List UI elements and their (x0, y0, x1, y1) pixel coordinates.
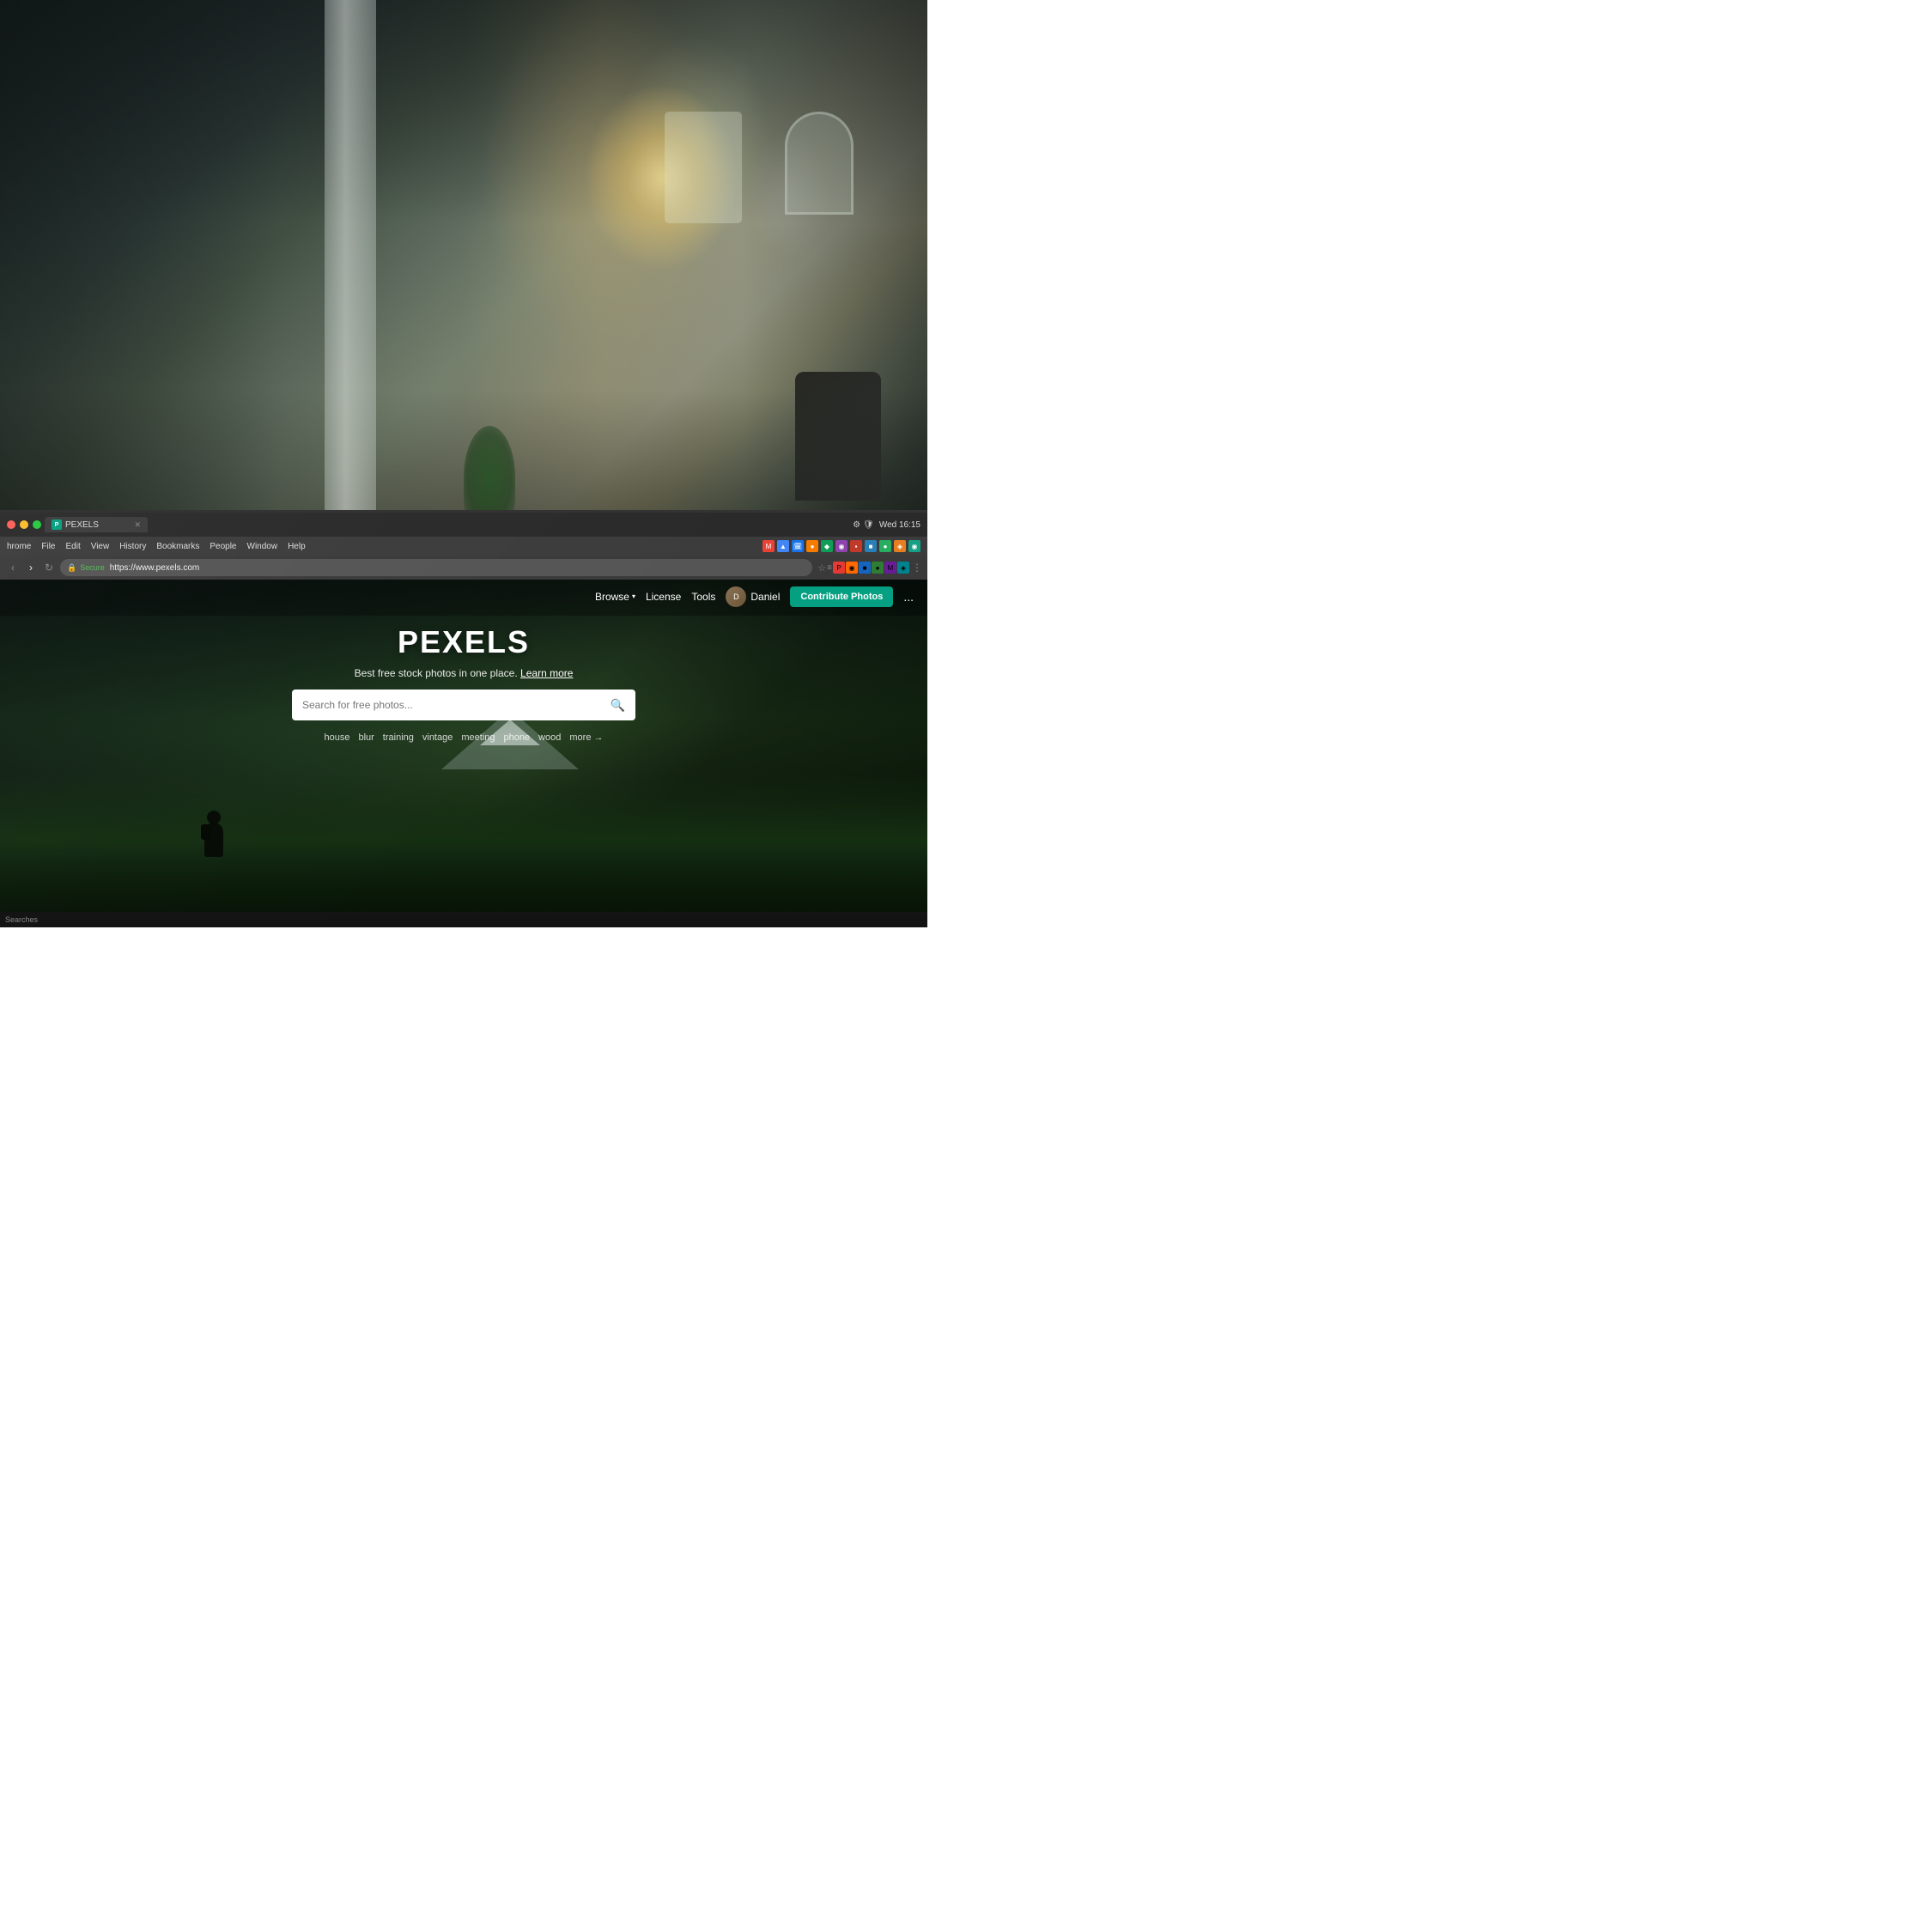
suggestion-wood[interactable]: wood (538, 732, 561, 743)
suggestion-phone[interactable]: phone (504, 732, 531, 743)
search-icon[interactable]: 🔍 (611, 698, 625, 713)
search-bar-container[interactable]: 🔍 (292, 690, 635, 720)
menu-item-app[interactable]: hrome (7, 542, 31, 551)
tab-favicon: P (52, 519, 62, 530)
menu-item-file[interactable]: File (41, 542, 55, 551)
nav-buttons: ‹ › ↻ (5, 560, 57, 575)
suggestion-vintage[interactable]: vintage (422, 732, 453, 743)
menu-item-window[interactable]: Window (247, 542, 278, 551)
taskbar-searches-label: Searches (5, 915, 38, 924)
secure-label: Secure (80, 563, 105, 572)
browse-chevron-icon: ▾ (632, 592, 635, 600)
tagline-text: Best free stock photos in one place. (355, 667, 518, 679)
ext10-icon[interactable]: ◈ (894, 540, 906, 552)
tab-close-icon[interactable]: ✕ (134, 520, 141, 530)
pexels-navbar: Browse ▾ License Tools D Daniel Contribu… (0, 577, 927, 616)
ext8-icon[interactable]: ■ (865, 540, 877, 552)
fav-ext3-icon[interactable]: ■ (859, 562, 871, 574)
minimize-window-button[interactable] (20, 520, 28, 529)
extension-icons: M ▲ 🗓 ● ◆ ◉ ▪ ■ ● ◈ ◉ (762, 540, 920, 552)
address-bar[interactable]: 🔒 Secure https://www.pexels.com (60, 559, 812, 576)
browser-menu-bar: hrome File Edit View History Bookmarks P… (0, 537, 927, 556)
status-icons: ⚙ 🛡 (853, 520, 874, 530)
website-content: Browse ▾ License Tools D Daniel Contribu… (0, 577, 927, 927)
search-input[interactable] (302, 699, 611, 711)
learn-more-link[interactable]: Learn more (520, 667, 573, 679)
gdrive-icon[interactable]: ▲ (777, 540, 789, 552)
time-display: Wed 16:15 (879, 520, 920, 530)
office-background (0, 0, 927, 556)
ext9-icon[interactable]: ● (879, 540, 891, 552)
ext5-icon[interactable]: ◆ (821, 540, 833, 552)
user-avatar: D (726, 586, 746, 607)
favorites-icons: ☆ ≡ P ◉ ■ ● M ◈ ⋮ (817, 562, 922, 574)
menu-item-history[interactable]: History (119, 542, 146, 551)
monitor-frame: P PEXELS ✕ ⚙ 🛡 Wed 16:15 hrome File Edit… (0, 510, 927, 927)
fav-ext4-icon[interactable]: ● (872, 562, 884, 574)
fav-ext2-icon[interactable]: ◉ (846, 562, 858, 574)
search-suggestions: house blur training vintage meeting phon… (324, 732, 603, 743)
browse-nav-item[interactable]: Browse ▾ (595, 591, 635, 603)
browser-chrome: P PEXELS ✕ ⚙ 🛡 Wed 16:15 hrome File Edit… (0, 513, 927, 577)
browse-label: Browse (595, 591, 629, 603)
overflow-menu-icon[interactable]: ⋮ (912, 562, 922, 574)
url-display[interactable]: https://www.pexels.com (110, 563, 199, 573)
ext11-icon[interactable]: ◉ (908, 540, 920, 552)
fav-pinterest-icon[interactable]: P (833, 562, 845, 574)
license-nav-item[interactable]: License (646, 591, 681, 603)
taskbar: Searches (0, 912, 927, 927)
maximize-window-button[interactable] (33, 520, 41, 529)
browser-tab-pexels[interactable]: P PEXELS ✕ (45, 517, 148, 532)
hero-tagline: Best free stock photos in one place. Lea… (355, 667, 574, 679)
browser-tabs-bar: P PEXELS ✕ ⚙ 🛡 Wed 16:15 (0, 513, 927, 537)
menu-item-edit[interactable]: Edit (65, 542, 80, 551)
mac-traffic-lights (7, 520, 41, 529)
bookmark-star-icon[interactable]: ☆ (817, 562, 826, 574)
ext7-icon[interactable]: ▪ (850, 540, 862, 552)
hero-content: PEXELS Best free stock photos in one pla… (0, 624, 927, 743)
fav-ext6-icon[interactable]: ◈ (897, 562, 909, 574)
secure-lock-icon: 🔒 (67, 563, 76, 573)
suggestion-training[interactable]: training (383, 732, 414, 743)
gmail-icon[interactable]: M (762, 540, 775, 552)
more-options-icon[interactable]: ... (903, 590, 914, 604)
reader-icon[interactable]: ≡ (827, 563, 832, 573)
reload-button[interactable]: ↻ (41, 560, 57, 575)
back-button[interactable]: ‹ (5, 560, 21, 575)
suggestion-meeting[interactable]: meeting (461, 732, 495, 743)
gcal-icon[interactable]: 🗓 (792, 540, 804, 552)
pexels-logo: PEXELS (398, 624, 530, 660)
ext6-icon[interactable]: ◉ (835, 540, 848, 552)
ext4-icon[interactable]: ● (806, 540, 818, 552)
fav-ext5-icon[interactable]: M (884, 562, 896, 574)
close-window-button[interactable] (7, 520, 15, 529)
username-label: Daniel (750, 591, 780, 603)
menu-item-people[interactable]: People (210, 542, 236, 551)
suggestion-house[interactable]: house (324, 732, 349, 743)
contribute-photos-button[interactable]: Contribute Photos (790, 586, 893, 607)
menu-item-bookmarks[interactable]: Bookmarks (156, 542, 199, 551)
tools-nav-item[interactable]: Tools (691, 591, 715, 603)
menu-item-view[interactable]: View (91, 542, 110, 551)
tab-title: PEXELS (65, 520, 99, 530)
suggestion-blur[interactable]: blur (358, 732, 374, 743)
user-profile-area[interactable]: D Daniel (726, 586, 780, 607)
suggestion-more-link[interactable]: more → (569, 732, 603, 743)
forward-button[interactable]: › (23, 560, 39, 575)
system-status-bar: ⚙ 🛡 Wed 16:15 (853, 520, 920, 530)
browser-toolbar: ‹ › ↻ 🔒 Secure https://www.pexels.com ☆ … (0, 556, 927, 580)
menu-item-help[interactable]: Help (288, 542, 306, 551)
